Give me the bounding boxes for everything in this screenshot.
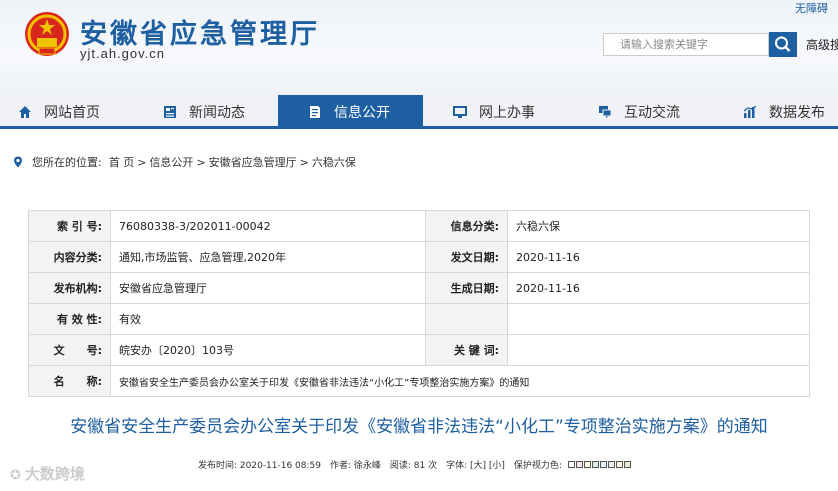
nav-item-news[interactable]: 新闻动态 xyxy=(135,95,278,129)
advanced-search-link[interactable]: 高级搜 xyxy=(806,36,838,53)
org-value: 安徽省应急管理厅 xyxy=(110,272,426,304)
search-input[interactable]: 请输入搜索关键字 xyxy=(603,33,769,56)
document-info-bar: 发布时间: 2020-11-16 08:59 作者: 徐永峰 阅读: 81 次 … xyxy=(198,458,632,471)
nav-item-online-services[interactable]: 网上办事 xyxy=(423,95,568,129)
issue-date-label: 发文日期: xyxy=(425,241,508,273)
color-swatch[interactable] xyxy=(591,461,599,468)
document-icon xyxy=(310,106,320,118)
nav-label: 信息公开 xyxy=(334,105,390,121)
org-label: 发布机构: xyxy=(28,272,111,304)
category-label: 信息分类: xyxy=(425,210,508,242)
color-swatch[interactable] xyxy=(615,461,623,468)
table-row: 有 效 性: 有效 xyxy=(28,303,810,335)
index-label: 索 引 号: xyxy=(28,210,111,242)
color-swatch[interactable] xyxy=(575,461,583,468)
index-value: 76080338-3/202011-00042 xyxy=(110,210,426,242)
nav-item-info-disclosure[interactable]: 信息公开 xyxy=(278,95,423,129)
home-icon xyxy=(19,106,31,118)
search-icon xyxy=(775,36,791,52)
nav-label: 数据发布 xyxy=(769,105,825,121)
table-row: 文 号: 皖安办〔2020〕103号 关 键 词: xyxy=(28,334,810,366)
breadcrumb-category[interactable]: 六稳六保 xyxy=(312,154,356,170)
breadcrumb: 您所在的位置: 首 页 > 信息公开 > 安徽省应急管理厅 > 六稳六保 xyxy=(12,154,356,170)
news-icon xyxy=(164,106,176,118)
empty-cell xyxy=(507,303,810,335)
empty-cell xyxy=(425,303,508,335)
docno-label: 文 号: xyxy=(28,334,111,366)
watermark: ✪ 大数跨境 xyxy=(10,463,85,484)
document-info-text: 发布时间: 2020-11-16 08:59 作者: 徐永峰 阅读: 81 次 … xyxy=(198,461,562,471)
color-swatch[interactable] xyxy=(623,461,631,468)
name-label: 名 称: xyxy=(28,365,111,397)
chart-icon xyxy=(743,105,757,118)
content-value: 通知,市场监管、应急管理,2020年 xyxy=(110,241,426,273)
validity-value: 有效 xyxy=(110,303,426,335)
nav-item-interaction[interactable]: 互动交流 xyxy=(568,95,713,129)
nav-label: 互动交流 xyxy=(624,105,680,121)
color-swatch[interactable] xyxy=(599,461,607,468)
nav-item-home[interactable]: 网站首页 xyxy=(0,95,135,129)
nav-label: 网上办事 xyxy=(479,105,535,121)
color-swatch[interactable] xyxy=(583,461,591,468)
content-label: 内容分类: xyxy=(28,241,111,273)
breadcrumb-department[interactable]: 安徽省应急管理厅 xyxy=(209,154,297,170)
table-row: 名 称: 安徽省安全生产委员会办公室关于印发《安徽省非法违法“小化工”专项整治实… xyxy=(28,365,810,397)
table-row: 索 引 号: 76080338-3/202011-00042 信息分类: 六稳六… xyxy=(28,210,810,242)
national-emblem-icon xyxy=(25,12,69,56)
keywords-value xyxy=(507,334,810,366)
table-row: 内容分类: 通知,市场监管、应急管理,2020年 发文日期: 2020-11-1… xyxy=(28,241,810,273)
document-title: 安徽省安全生产委员会办公室关于印发《安徽省非法违法“小化工”专项整治实施方案》的… xyxy=(70,417,768,437)
watermark-logo-icon: ✪ xyxy=(10,468,21,483)
eye-color-options[interactable] xyxy=(567,461,632,471)
main-nav: 网站首页 新闻动态 信息公开 网上办事 互动交流 数据发布 xyxy=(0,95,838,129)
docno-value: 皖安办〔2020〕103号 xyxy=(110,334,426,366)
site-header: 安徽省应急管理厅 yjt.ah.gov.cn 无障碍 请输入搜索关键字 高级搜 xyxy=(0,0,838,95)
location-pin-icon xyxy=(14,156,22,168)
gen-date-label: 生成日期: xyxy=(425,272,508,304)
gen-date-value: 2020-11-16 xyxy=(507,272,810,304)
category-value: 六稳六保 xyxy=(507,210,810,242)
color-swatch[interactable] xyxy=(567,461,575,468)
keywords-label: 关 键 词: xyxy=(425,334,508,366)
monitor-icon xyxy=(453,106,467,118)
nav-item-data-release[interactable]: 数据发布 xyxy=(713,95,838,129)
search-button[interactable] xyxy=(769,32,797,57)
accessibility-link[interactable]: 无障碍 xyxy=(795,0,828,16)
breadcrumb-info-disclosure[interactable]: 信息公开 xyxy=(149,154,193,170)
document-meta-table: 索 引 号: 76080338-3/202011-00042 信息分类: 六稳六… xyxy=(28,210,810,397)
breadcrumb-prefix: 您所在的位置: xyxy=(32,156,102,169)
nav-label: 网站首页 xyxy=(44,105,100,121)
color-swatch[interactable] xyxy=(607,461,615,468)
watermark-text: 大数跨境 xyxy=(24,465,85,483)
chat-icon xyxy=(599,106,612,118)
site-domain: yjt.ah.gov.cn xyxy=(80,46,166,61)
validity-label: 有 效 性: xyxy=(28,303,111,335)
table-row: 发布机构: 安徽省应急管理厅 生成日期: 2020-11-16 xyxy=(28,272,810,304)
name-value: 安徽省安全生产委员会办公室关于印发《安徽省非法违法“小化工”专项整治实施方案》的… xyxy=(110,365,810,397)
issue-date-value: 2020-11-16 xyxy=(507,241,810,273)
nav-label: 新闻动态 xyxy=(189,105,245,121)
breadcrumb-home[interactable]: 首 页 xyxy=(109,154,135,170)
